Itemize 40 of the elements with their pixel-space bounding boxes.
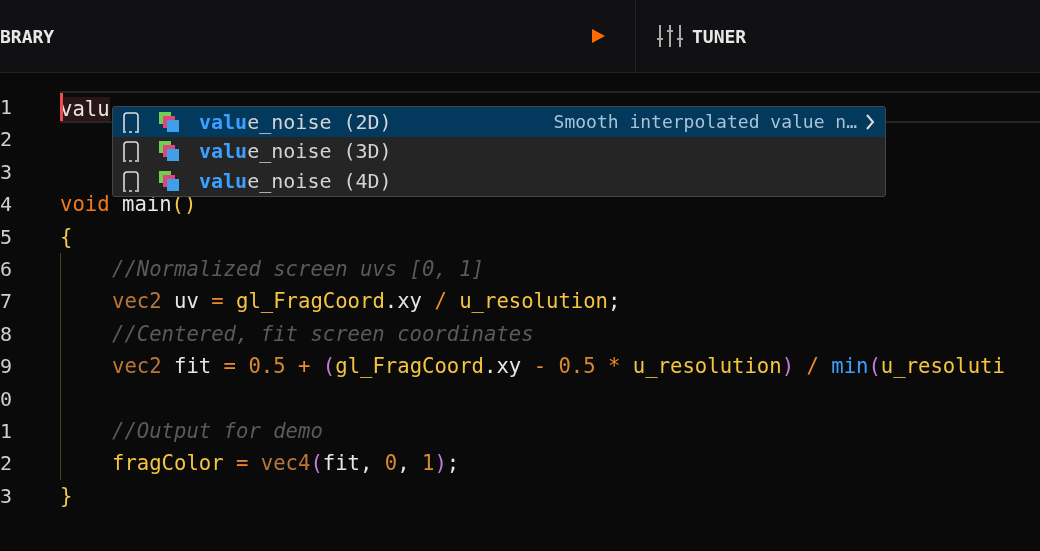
code-line: //Normalized screen uvs [0, 1] — [112, 256, 484, 281]
suggestion-item[interactable]: value_noise (3D) — [113, 136, 885, 166]
play-icon[interactable] — [592, 29, 605, 43]
code-line: //Centered, fit screen coordinates — [112, 321, 534, 346]
snippet-icon — [121, 140, 141, 163]
code-line: { — [60, 224, 73, 249]
line-number: 4 — [0, 192, 13, 217]
code-line: fragColor = vec4(fit, 0, 1); — [112, 451, 460, 476]
stacked-squares-icon — [158, 110, 180, 133]
line-number: 9 — [0, 354, 13, 379]
panel-title: BRARY — [0, 24, 55, 49]
line-number: 7 — [0, 289, 13, 314]
suggestion-label: value_noise (3D) — [199, 138, 392, 166]
line-number: 1 — [0, 418, 13, 443]
line-number: 3 — [0, 159, 13, 184]
line-number: 2 — [0, 127, 13, 152]
code-line: //Output for demo — [112, 418, 323, 443]
suggestion-label: value_noise (4D) — [199, 167, 392, 195]
line-number: 0 — [0, 386, 13, 411]
snippet-icon — [121, 110, 141, 133]
line-number: 1 — [0, 95, 13, 119]
suggestion-item[interactable]: value_noise (4D) — [113, 166, 885, 196]
line-number: 2 — [0, 451, 13, 476]
text-cursor — [60, 93, 63, 122]
line-number: 8 — [0, 321, 13, 346]
stacked-squares-icon — [158, 140, 180, 163]
code-line: } — [60, 483, 73, 508]
line-number: 3 — [0, 483, 13, 508]
line-number: 5 — [0, 224, 13, 249]
code-line: vec2 fit = 0.5 + (gl_FragCoord.xy - 0.5 * u_resolution) / min(u_resoluti — [112, 354, 1005, 379]
code-line: vec2 uv = gl_FragCoord.xy / u_resolution; — [112, 289, 621, 314]
chevron-right-icon[interactable] — [865, 113, 875, 130]
line-number: 6 — [0, 256, 13, 281]
suggestion-item[interactable]: value_noise (2D) Smooth interpolated value n… — [113, 107, 885, 137]
stacked-squares-icon — [158, 169, 180, 192]
snippet-icon — [121, 169, 141, 192]
sliders-icon[interactable] — [657, 24, 683, 48]
suggestion-label: value_noise (2D) — [199, 108, 392, 136]
panel-title[interactable]: TUNER — [692, 22, 747, 50]
suggestion-detail: Smooth interpolated value n… — [553, 110, 857, 135]
